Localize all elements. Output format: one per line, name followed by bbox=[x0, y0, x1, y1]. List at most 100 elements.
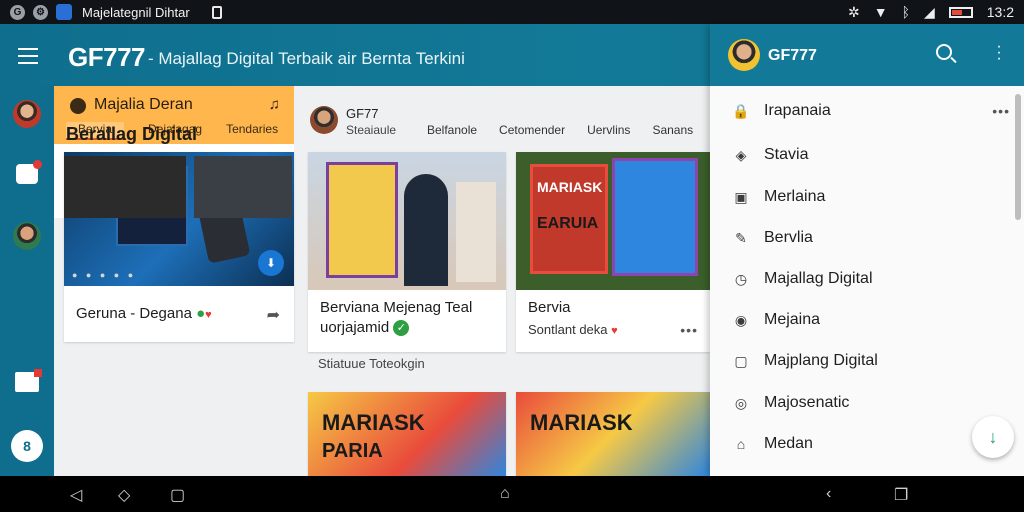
feed-header: GF77 Steaiaule Belfanole Cetomender Uerv… bbox=[308, 102, 708, 142]
drawer-item-label: Merlaina bbox=[764, 188, 826, 205]
topic-icon bbox=[70, 98, 86, 114]
signal-icon: ◢ bbox=[923, 3, 935, 20]
chat-icon: ◉ bbox=[734, 311, 748, 328]
rail-avatar[interactable] bbox=[13, 100, 41, 128]
recents-icon[interactable]: ❐ bbox=[894, 485, 908, 505]
drawer-item-label: Majallag Digital bbox=[764, 270, 873, 287]
pin-icon[interactable]: ⬇ bbox=[258, 250, 284, 276]
building-image bbox=[456, 182, 496, 282]
g-icon: G bbox=[10, 4, 25, 20]
collapse-icon[interactable]: ◇ bbox=[118, 485, 130, 505]
main-content: Majalia Deran ♫ Bervia Dejalagag Tendari… bbox=[54, 86, 710, 476]
status-bar-right: ✲ ▼ ᛒ ◢ 13:2 bbox=[848, 0, 1014, 24]
feed-tab[interactable]: Uervlins bbox=[587, 123, 630, 137]
drawer-item[interactable]: ◎ Majosenatic bbox=[710, 383, 1010, 423]
feed-tab[interactable]: Cetomender bbox=[499, 123, 565, 137]
rail-fab-button[interactable]: 8 bbox=[11, 430, 43, 462]
status-bar: G ⚙ Majelategnil Dihtar ✲ ▼ ᛒ ◢ 13:2 bbox=[0, 0, 1024, 24]
drawer-item[interactable]: 🔒 Irapanaia ••• bbox=[710, 91, 1010, 131]
thumbnail-image[interactable] bbox=[64, 156, 186, 218]
feed-tab[interactable]: Sanans bbox=[652, 123, 693, 137]
article-card[interactable]: MARIASK bbox=[516, 392, 710, 476]
article-title-line-2: uorjajamid ✓ bbox=[320, 318, 410, 338]
article-image: MARIASK EARUIA bbox=[516, 152, 710, 290]
article-title: Geruna - Degana ●♥ bbox=[76, 305, 212, 322]
bluetooth-icon: ᛒ bbox=[901, 4, 910, 20]
drawer-item-label: Majosenatic bbox=[764, 394, 850, 411]
carousel-dots: ● ● ● ● ● bbox=[72, 270, 137, 280]
menu-icon[interactable] bbox=[18, 48, 38, 69]
article-card[interactable]: MARIASK PARIA bbox=[308, 392, 506, 476]
clock-icon: ◷ bbox=[734, 270, 748, 287]
battery-icon bbox=[948, 6, 973, 18]
feed-avatar[interactable] bbox=[310, 106, 338, 134]
drawer-item[interactable]: ◉ Mejaina bbox=[710, 300, 1010, 340]
side-drawer: GF777 · · · 🔒 Irapanaia ••• ◈ Stavia ▣ Mer… bbox=[710, 24, 1024, 476]
left-rail: 8 bbox=[0, 86, 54, 476]
chat-icon[interactable] bbox=[16, 160, 42, 184]
article-subtitle: Sontlant deka ♥ bbox=[528, 322, 618, 337]
more-icon[interactable]: ••• bbox=[680, 322, 698, 338]
check-icon: ✓ bbox=[393, 320, 410, 337]
drawer-item-label: Majplang Digital bbox=[764, 352, 878, 369]
poster-text: MARIASK bbox=[322, 410, 425, 435]
drawer-title: GF777 bbox=[768, 47, 817, 64]
drawer-item[interactable]: ✎ Bervlia bbox=[710, 218, 1010, 258]
rotate-icon[interactable]: ‹ bbox=[826, 485, 831, 503]
image-icon: ▣ bbox=[734, 188, 748, 205]
scrollbar[interactable] bbox=[1015, 94, 1021, 220]
lock-icon: 🔒 bbox=[732, 102, 750, 119]
drawer-item[interactable]: ◈ Stavia bbox=[710, 135, 1010, 175]
bell-icon[interactable]: ♫ bbox=[269, 96, 280, 113]
clock-time: 13:2 bbox=[986, 4, 1014, 20]
feed-tab[interactable]: Steaiaule bbox=[346, 123, 396, 137]
drawer-item-label: Mejaina bbox=[764, 311, 821, 328]
document-icon bbox=[211, 5, 222, 19]
home-icon[interactable]: ⌂ bbox=[500, 485, 510, 503]
drawer-item[interactable]: ▣ Merlaina bbox=[710, 177, 1010, 217]
app-tagline: - Majallag Digital Terbaik air Bernta Te… bbox=[148, 49, 465, 68]
tag-icon: ◈ bbox=[735, 146, 747, 163]
status-bar-left: G ⚙ Majelategnil Dihtar bbox=[0, 4, 222, 20]
grid-icon[interactable] bbox=[15, 369, 42, 392]
feed-tabs: Belfanole Cetomender Uervlins Sanans bbox=[427, 123, 693, 137]
navigation-bar: ◁ ◇ ▢ ⌂ ‹ ❐ bbox=[0, 476, 1024, 512]
thumbnail-image[interactable] bbox=[194, 156, 292, 218]
poster-text: EARUIA bbox=[537, 215, 599, 232]
drawer-item-label: Medan bbox=[764, 435, 813, 452]
section-title: Berallag Digital bbox=[66, 124, 198, 144]
feed-tab[interactable]: Belfanole bbox=[427, 123, 477, 137]
share-icon[interactable]: ➦ bbox=[267, 305, 280, 325]
wifi-icon: ▼ bbox=[873, 4, 888, 20]
article-subtitle: Stiatuue Toteokgin bbox=[318, 356, 425, 371]
drawer-item[interactable]: ◷ Majallag Digital bbox=[710, 259, 1010, 299]
poster-image bbox=[326, 162, 398, 278]
back-icon[interactable]: ◁ bbox=[70, 485, 82, 505]
drawer-item[interactable]: ▢ Majplang Digital bbox=[710, 341, 1010, 381]
edit-icon: ✎ bbox=[735, 229, 747, 246]
app-icon bbox=[56, 4, 72, 20]
drawer-item-label: Irapanaia bbox=[764, 102, 831, 119]
search-icon[interactable] bbox=[936, 44, 952, 60]
drawer-avatar[interactable] bbox=[728, 39, 760, 71]
drawer-header: GF777 · · · bbox=[710, 24, 1024, 86]
status-app-title: Majelategnil Dihtar bbox=[82, 4, 190, 20]
article-card[interactable]: Berviana Mejenag Teal uorjajamid ✓ bbox=[308, 152, 506, 352]
topic-tab[interactable]: Tendaries bbox=[226, 122, 278, 140]
drawer-item-label: Stavia bbox=[764, 146, 809, 163]
drawer-item[interactable]: ⌂ Medan bbox=[710, 424, 1010, 464]
app-brand: GF777 bbox=[68, 42, 146, 72]
poster-text: MARIASK bbox=[537, 179, 603, 195]
topic-title: Majalia Deran bbox=[94, 96, 193, 113]
feed-name: GF77 bbox=[346, 106, 379, 121]
more-icon[interactable]: ••• bbox=[992, 103, 1010, 119]
article-card[interactable]: MARIASK EARUIA Bervia Sontlant deka ♥ ••… bbox=[516, 152, 710, 352]
circle-icon: ◎ bbox=[734, 394, 748, 411]
person-image bbox=[404, 174, 448, 286]
kebab-menu-icon[interactable]: · · · bbox=[996, 39, 1002, 67]
building-icon: ⌂ bbox=[736, 436, 746, 452]
square-icon: ▢ bbox=[734, 352, 748, 369]
overview-icon[interactable]: ▢ bbox=[170, 485, 185, 505]
rail-avatar-2[interactable] bbox=[13, 222, 41, 250]
scroll-down-button[interactable]: ↓ bbox=[972, 416, 1014, 458]
